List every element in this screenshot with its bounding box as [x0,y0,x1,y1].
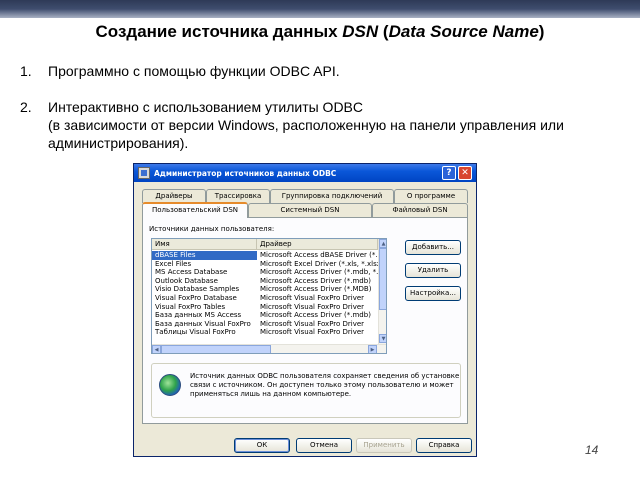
configure-button[interactable]: Настройка... [405,286,461,301]
list-item[interactable]: Visio Database Samples Microsoft Access D… [152,285,378,294]
dsn-driver: Microsoft Excel Driver (*.xls, *.xlsx [260,259,378,268]
tab-system-dsn[interactable]: Системный DSN [248,203,372,217]
scroll-up-icon[interactable]: ▲ [379,239,386,248]
bullet-list: 1. Программно с помощью функции ODBC API… [20,62,620,152]
ok-button[interactable]: ОК [234,438,290,453]
dsn-driver: Microsoft Visual FoxPro Driver [260,302,365,311]
data-sources-label: Источники данных пользователя: [149,225,275,233]
bullet-2-line-2: (в зависимости от версии Windows, распол… [48,117,564,151]
dsn-driver: Microsoft Access Driver (*.MDB) [260,285,372,294]
list-item[interactable]: dBASE Files Microsoft Access dBASE Driver… [152,251,378,260]
apply-button[interactable]: Применить [356,438,412,453]
dsn-name: MS Access Database [155,268,228,277]
list-header: Имя Драйвер [152,239,378,250]
dsn-driver: Microsoft Access dBASE Driver (*. [260,251,378,259]
dialog-title: Администратор источников данных ODBC [154,169,337,178]
dsn-driver: Microsoft Access Driver (*.mdb) [260,311,371,320]
dsn-driver: Microsoft Access Driver (*.mdb, *. [260,268,378,277]
vertical-scroll-thumb[interactable] [379,248,386,310]
list-item[interactable]: База данных Visual FoxPro Microsoft Visua… [152,320,378,329]
slide-title: Создание источника данных DSN (Data Sour… [95,22,545,41]
column-header-name[interactable]: Имя [152,239,257,250]
scroll-down-icon[interactable]: ▼ [379,334,386,343]
tab-connection-pooling[interactable]: Группировка подключений [270,189,394,203]
cancel-button[interactable]: Отмена [296,438,352,453]
tab-drivers[interactable]: Драйверы [142,189,206,203]
slide-header-bar [0,0,640,18]
help-button[interactable]: Справка [416,438,472,453]
user-dsn-panel: Источники данных пользователя: Имя Драйв… [142,217,468,424]
list-item[interactable]: Таблицы Visual FoxPro Microsoft Visual Fo… [152,328,378,337]
dsn-name: База данных Visual FoxPro [155,319,251,328]
bullet-2-line-1: Интерактивно с использованием утилиты OD… [48,99,363,115]
odbc-app-icon [138,167,150,179]
dsn-name: Visual FoxPro Tables [155,302,226,311]
close-icon[interactable]: ✕ [458,166,472,180]
scroll-left-icon[interactable]: ◀ [152,345,161,353]
dsn-driver: Microsoft Visual FoxPro Driver [260,293,365,302]
dsn-name: Таблицы Visual FoxPro [155,328,236,337]
help-icon[interactable]: ? [442,166,456,180]
remove-button[interactable]: Удалить [405,263,461,278]
list-item[interactable]: Visual FoxPro Tables Microsoft Visual Fox… [152,303,378,312]
dsn-driver: Microsoft Visual FoxPro Driver [260,328,365,337]
horizontal-scrollbar[interactable]: ◀ ▶ [152,344,386,353]
odbc-admin-dialog: Администратор источников данных ODBC ? ✕… [133,163,477,457]
list-item[interactable]: Excel Files Microsoft Excel Driver (*.xls… [152,260,378,269]
list-item[interactable]: Visual FoxPro Database Microsoft Visual F… [152,294,378,303]
dsn-name: Visio Database Samples [155,285,240,294]
dsn-name: dBASE Files [152,251,257,260]
tab-file-dsn[interactable]: Файловый DSN [372,203,468,217]
list-rows: dBASE Files Microsoft Access dBASE Driver… [152,251,378,337]
page-number: 14 [585,443,599,457]
info-box: Источник данных ODBC пользователя сохран… [151,363,461,418]
add-button[interactable]: Добавить... [405,240,461,255]
dialog-titlebar[interactable]: Администратор источников данных ODBC ? ✕ [134,164,476,182]
globe-icon [159,374,181,396]
column-header-driver[interactable]: Драйвер [257,239,378,250]
list-item[interactable]: Outlook Database Microsoft Access Driver … [152,277,378,286]
dsn-name: База данных MS Access [155,311,242,320]
horizontal-scroll-thumb[interactable] [161,345,271,353]
info-text: Источник данных ODBC пользователя сохран… [190,372,460,398]
scroll-right-icon[interactable]: ▶ [368,345,377,353]
bullet-item-1: 1. Программно с помощью функции ODBC API… [20,63,340,79]
tab-about[interactable]: О программе [394,189,468,203]
tab-user-dsn[interactable]: Пользовательский DSN [142,202,248,218]
vertical-scrollbar[interactable]: ▲ ▼ [378,239,386,344]
dsn-driver: Microsoft Visual FoxPro Driver [260,319,365,328]
list-item[interactable]: MS Access Database Microsoft Access Drive… [152,268,378,277]
dsn-name: Outlook Database [155,276,218,285]
dsn-name: Visual FoxPro Database [155,293,237,302]
bullet-item-2: 2. Интерактивно с использованием утилиты… [20,98,620,152]
tab-tracing[interactable]: Трассировка [206,189,270,203]
dsn-driver: Microsoft Access Driver (*.mdb) [260,276,371,285]
data-sources-list[interactable]: Имя Драйвер dBASE Files Microsoft Access … [151,238,387,354]
list-item[interactable]: База данных MS Access Microsoft Access Dr… [152,311,378,320]
dsn-name: Excel Files [155,259,192,268]
